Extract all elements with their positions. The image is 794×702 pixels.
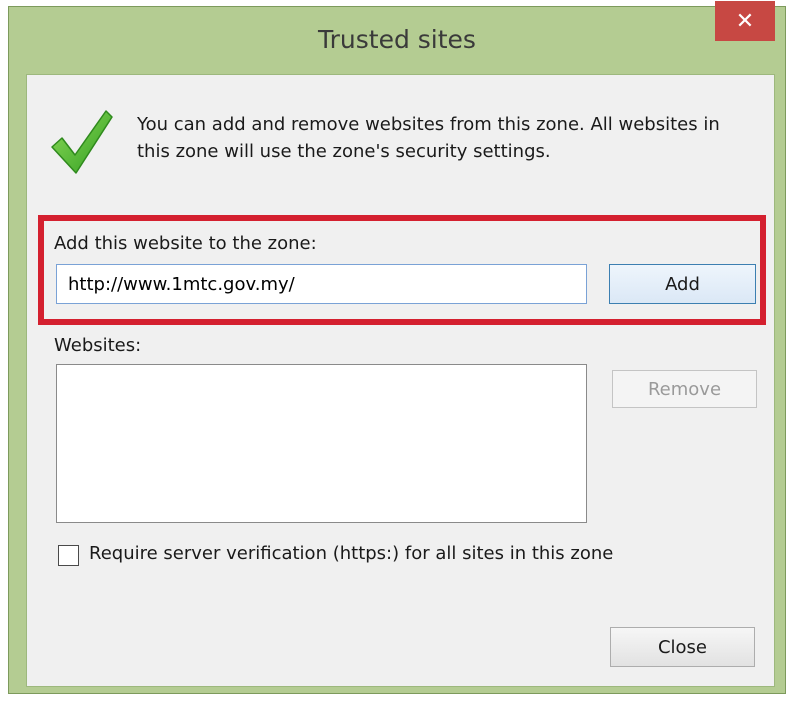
- websites-label: Websites:: [54, 335, 142, 356]
- close-button[interactable]: Close: [610, 627, 755, 667]
- add-button[interactable]: Add: [609, 264, 756, 304]
- require-https-label[interactable]: Require server verification (https:) for…: [89, 543, 613, 564]
- close-window-button[interactable]: ✕: [715, 1, 775, 41]
- dialog-body: You can add and remove websites from thi…: [26, 74, 775, 687]
- close-icon: ✕: [735, 8, 755, 34]
- trusted-sites-dialog: Trusted sites ✕ You can add and remove w…: [8, 1, 786, 694]
- zone-info-text: You can add and remove websites from thi…: [137, 114, 720, 162]
- remove-button[interactable]: Remove: [612, 370, 757, 408]
- require-https-checkbox[interactable]: [58, 545, 79, 566]
- add-website-label: Add this website to the zone:: [54, 233, 317, 254]
- dialog-title: Trusted sites: [318, 25, 476, 54]
- websites-list[interactable]: [56, 364, 587, 523]
- title-bar[interactable]: Trusted sites ✕: [9, 1, 785, 73]
- website-url-input[interactable]: [56, 264, 587, 304]
- checkmark-icon: [51, 110, 113, 174]
